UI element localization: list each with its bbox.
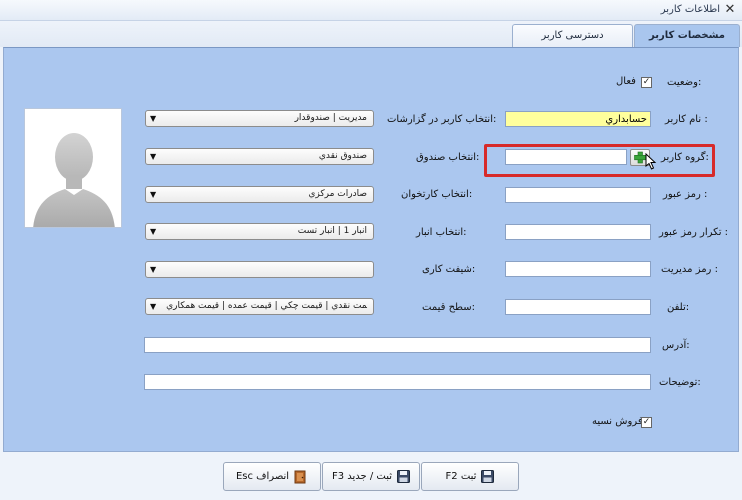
- status-label: وضعیت:: [667, 77, 702, 88]
- dropdown-arrow-icon: ▼: [150, 114, 157, 123]
- user-photo[interactable]: [24, 108, 122, 228]
- description-label: توضیحات:: [659, 377, 701, 388]
- dropdown-arrow-icon: ▼: [150, 190, 157, 199]
- credit-sale-checkbox[interactable]: ✓: [641, 417, 652, 428]
- floppy-disk-icon: [481, 470, 495, 483]
- user-details-panel: وضعیت: فعال ✓ نام کاربر : گروه کاربر: رم…: [3, 47, 739, 452]
- floppy-disk-icon: [397, 470, 411, 483]
- password-repeat-input[interactable]: [505, 224, 651, 240]
- dropdown-arrow-icon: ▼: [150, 265, 157, 274]
- username-input[interactable]: [505, 111, 651, 127]
- report-user-dropdown[interactable]: مديريت | صندوقدار ▼: [145, 110, 374, 127]
- price-level-dropdown[interactable]: ﻤﺖ نقدي | قيمت چکي | قيمت عمده | قيمت هم…: [145, 298, 374, 315]
- admin-password-label: رمز مدیریت :: [661, 264, 718, 275]
- credit-sale-label: فروش نسیه: [592, 416, 643, 427]
- address-label: آدرس:: [662, 340, 690, 351]
- close-icon[interactable]: ✕: [723, 2, 737, 17]
- dropdown-arrow-icon: ▼: [150, 152, 157, 161]
- user-info-window: اطلاعات کاربر ✕ مشخصات کاربر دسترسی کارب…: [0, 0, 742, 500]
- save-button-label: ثبت F2: [445, 471, 477, 482]
- tab-user-access[interactable]: دسترسی کاربر: [512, 24, 633, 47]
- price-level-label: سطح قیمت:: [422, 302, 475, 313]
- active-checkbox[interactable]: ✓: [641, 77, 652, 88]
- shift-label: شیفت کاری:: [422, 264, 476, 275]
- price-level-value: ﻤﺖ نقدي | قيمت چکي | قيمت عمده | قيمت هم…: [166, 301, 367, 311]
- save-button[interactable]: ثبت F2: [421, 462, 519, 491]
- tab-user-details[interactable]: مشخصات کاربر: [634, 24, 740, 47]
- dropdown-arrow-icon: ▼: [150, 227, 157, 236]
- admin-password-input[interactable]: [505, 261, 651, 277]
- cashbox-value: صندوق نقدي: [318, 151, 367, 161]
- cartable-dropdown[interactable]: صادرات مرکزي ▼: [145, 186, 374, 203]
- save-new-button[interactable]: ثبت / جدید F3: [322, 462, 420, 491]
- cancel-button[interactable]: انصراف Esc: [223, 462, 321, 491]
- phone-input[interactable]: [505, 299, 651, 315]
- report-user-value: مديريت | صندوقدار: [294, 113, 367, 123]
- title-bar: اطلاعات کاربر ✕: [0, 0, 742, 21]
- avatar-silhouette-icon: [33, 133, 115, 227]
- password-repeat-label: تکرار رمز عبور :: [659, 227, 729, 238]
- password-label: رمز عبور :: [663, 189, 708, 200]
- cartable-value: صادرات مرکزي: [308, 189, 367, 199]
- bottom-toolbar: ثبت F2 ثبت / جدید F3 انصراف Esc: [0, 452, 742, 500]
- exit-door-icon: [294, 470, 306, 483]
- cancel-button-label: انصراف Esc: [235, 471, 290, 482]
- highlight-frame: [484, 144, 715, 177]
- warehouse-value: انبار 1 | انبار تست: [297, 226, 367, 236]
- warehouse-dropdown[interactable]: انبار 1 | انبار تست ▼: [145, 223, 374, 240]
- cashbox-label: انتخاب صندوق:: [416, 152, 480, 163]
- report-user-label: انتخاب کاربر در گزارشات:: [387, 114, 497, 125]
- active-label: فعال: [616, 76, 636, 87]
- username-label: نام کاربر :: [665, 114, 708, 125]
- save-new-button-label: ثبت / جدید F3: [331, 471, 393, 482]
- dropdown-arrow-icon: ▼: [150, 302, 157, 311]
- shift-dropdown[interactable]: ▼: [145, 261, 374, 278]
- cartable-label: انتخاب کارتخوان:: [401, 189, 473, 200]
- description-input[interactable]: [144, 374, 651, 390]
- address-input[interactable]: [144, 337, 651, 353]
- password-input[interactable]: [505, 187, 651, 203]
- phone-label: تلفن:: [667, 302, 690, 313]
- warehouse-label: انتخاب انبار:: [416, 227, 467, 238]
- tab-strip: مشخصات کاربر دسترسی کاربر: [0, 21, 742, 47]
- cashbox-dropdown[interactable]: صندوق نقدي ▼: [145, 148, 374, 165]
- window-title: اطلاعات کاربر: [660, 4, 720, 15]
